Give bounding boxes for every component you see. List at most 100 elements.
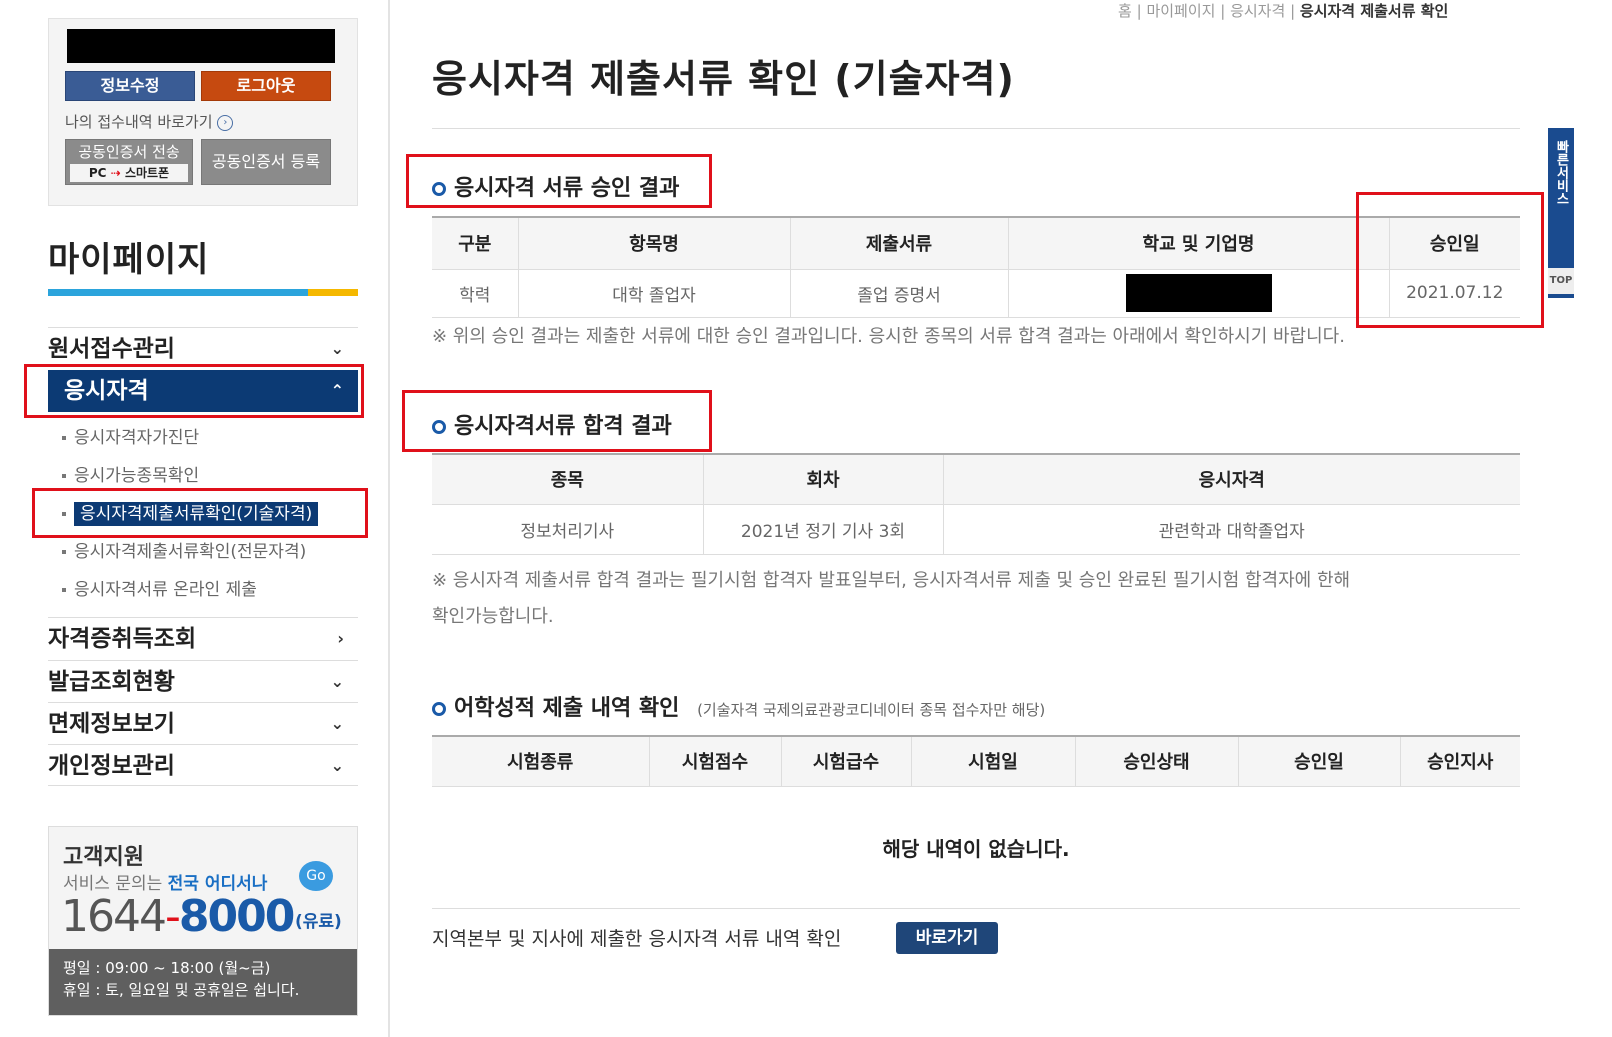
phone-dash: - [164,891,181,942]
logout-button[interactable]: 로그아웃 [201,71,331,101]
bullet-icon [62,474,66,478]
chevron-down-icon: ⌄ [330,714,344,733]
cert-register-button[interactable]: 공동인증서 등록 [201,139,331,185]
col-header: 제출서류 [789,216,1009,270]
hours-weekday: 평일 : 09:00 ~ 18:00 (월~금) [63,959,271,977]
menu-exemption-info[interactable]: 면제정보보기 ⌄ [48,702,358,744]
sidebar: 정보수정 로그아웃 나의 접수내역 바로가기 › 공동인증서 전송 PC ⇢ 스… [0,0,390,1037]
menu-label: 자격증취득조회 [48,626,197,652]
cell-qualification: 관련학과 대학졸업자 [942,503,1520,555]
cert-send-button[interactable]: 공동인증서 전송 PC ⇢ 스마트폰 [65,139,193,185]
go-shortcut-button[interactable]: 바로가기 [896,922,998,954]
cell-round: 2021년 정기 기사 3회 [702,503,944,555]
menu-personal-info[interactable]: 개인정보관리 ⌄ [48,744,358,786]
cert-send-label: 공동인증서 전송 [78,143,180,161]
edit-info-button[interactable]: 정보수정 [65,71,195,101]
title-underline-blue [48,289,308,296]
cell-document: 졸업 증명서 [789,268,1009,318]
sidebar-divider [388,0,390,1037]
quick-service-label: 빠른서비스 [1553,140,1569,205]
title-divider [432,128,1520,129]
col-header: 시험종류 [432,735,650,787]
chevron-down-icon: ⌄ [330,672,344,691]
menu-application-management[interactable]: 원서접수관리 ⌄ [48,327,358,369]
menu-certificate-lookup[interactable]: 자격증취득조회 › [48,617,358,659]
breadcrumb: 홈 | 마이페이지 | 응시자격 | 응시자격 제출서류 확인 [1118,0,1448,21]
redacted-username [67,29,335,63]
col-header: 응시자격 [942,453,1520,505]
sub-item-eligible-check[interactable]: 응시가능종목확인 [62,461,199,486]
crumb-sep: | [1136,2,1142,20]
sub-item-label: 응시자격자가진단 [74,428,200,448]
hours-holiday: 휴일 : 토, 일요일 및 공휴일은 쉽니다. [63,981,300,999]
sub-item-label: 응시자격서류 온라인 제출 [74,580,257,600]
login-box: 정보수정 로그아웃 나의 접수내역 바로가기 › 공동인증서 전송 PC ⇢ 스… [48,18,358,206]
my-application-shortcut[interactable]: 나의 접수내역 바로가기 › [65,111,234,132]
section3-title-text: 어학성적 제출 내역 확인 [454,696,680,721]
menu-label: 개인정보관리 [48,753,175,779]
table-empty-row: 해당 내역이 없습니다. [432,785,1520,909]
customer-support-box: 고객지원 서비스 문의는 전국 어디서나 Go 1644-8000 (유료) 평… [48,826,358,1016]
col-header: 승인상태 [1074,735,1239,787]
empty-message: 해당 내역이 없습니다. [432,785,1520,909]
pass-result-table: 종목 회차 응시자격 정보처리기사 2021년 정기 기사 3회 관련학과 대학… [432,453,1520,555]
sub-item-online-submit[interactable]: 응시자격서류 온라인 제출 [62,575,257,600]
title-underline-yellow [308,289,358,296]
sub-item-docs-professional[interactable]: 응시자격제출서류확인(전문자격) [62,537,306,562]
crumb-sep: | [1220,2,1226,20]
table-row: 정보처리기사 2021년 정기 기사 3회 관련학과 대학졸업자 [432,503,1520,555]
sidebar-title: 마이페이지 [48,240,210,280]
language-score-table: 시험종류 시험점수 시험급수 시험일 승인상태 승인일 승인지사 해당 내역이 … [432,735,1520,909]
col-header: 승인일 [1237,735,1401,787]
section1-title: 응시자격 서류 승인 결과 [432,170,679,202]
paid-label: (유료) [295,912,342,932]
section3-title: 어학성적 제출 내역 확인 (기술자격 국제의료관광코디네이터 종목 접수자만 … [432,690,1045,722]
phone-part-a: 1644 [61,891,167,942]
highlight-box-subitem [32,488,368,538]
highlight-box-approval-date [1356,192,1544,328]
sub-item-self-diagnosis[interactable]: 응시자격자가진단 [62,423,199,448]
sub-item-label: 응시자격제출서류확인(전문자격) [74,542,307,562]
section2-title-text: 응시자격서류 합격 결과 [454,414,672,439]
section2-title: 응시자격서류 합격 결과 [432,408,672,440]
menu-label: 원서접수관리 [48,336,175,362]
pc-label: PC [88,166,107,180]
table-header-row: 시험종류 시험점수 시험급수 시험일 승인상태 승인일 승인지사 [432,735,1520,787]
col-header: 구분 [432,216,519,270]
top-button[interactable]: TOP [1548,268,1574,294]
section1-note: ※ 위의 승인 결과는 제출한 서류에 대한 승인 결과입니다. 응시한 종목의… [432,326,1345,347]
circle-bullet-icon [432,182,446,196]
col-header: 학교 및 기업명 [1007,216,1390,270]
col-header: 항목명 [517,216,791,270]
section2-note-line2: 확인가능합니다. [432,606,554,627]
section2-note-line1: ※ 응시자격 제출서류 합격 결과는 필기시험 합격자 발표일부터, 응시자격서… [432,570,1351,591]
section3-subtitle: (기술자격 국제의료관광코디네이터 종목 접수자만 해당) [697,701,1046,719]
go-bubble-icon[interactable]: Go [299,861,333,891]
menu-issuance-status[interactable]: 발급조회현황 ⌄ [48,660,358,702]
crumb-sep: | [1290,2,1296,20]
support-hours-band: 평일 : 09:00 ~ 18:00 (월~금) 휴일 : 토, 일요일 및 공… [49,949,357,1015]
page-title: 응시자격 제출서류 확인 (기술자격) [432,57,1015,101]
sub-item-label: 응시가능종목확인 [74,466,200,486]
cell-item: 대학 졸업자 [517,268,791,318]
menu-label: 면제정보보기 [48,711,175,737]
support-title: 고객지원 [63,845,144,870]
shortcut-label: 나의 접수내역 바로가기 [65,113,213,131]
section1-title-text: 응시자격 서류 승인 결과 [454,176,680,201]
crumb-mypage[interactable]: 마이페이지 [1146,2,1215,20]
chevron-right-circle-icon: › [217,114,234,131]
col-header: 회차 [702,453,944,505]
table-header-row: 종목 회차 응시자격 [432,453,1520,505]
cell-institution [1007,268,1390,318]
bullet-icon [62,588,66,592]
bullet-icon [62,436,66,440]
redacted-institution [1125,274,1272,312]
cert-send-sub: PC ⇢ 스마트폰 [70,164,188,182]
crumb-home[interactable]: 홈 [1118,2,1132,20]
col-header: 시험급수 [780,735,912,787]
regional-docs-text: 지역본부 및 지사에 제출한 응시자격 서류 내역 확인 [432,928,842,950]
chevron-down-icon: ⌄ [330,756,344,775]
support-phone: 1644-8000 [61,891,295,942]
circle-bullet-icon [432,702,446,716]
crumb-qualification[interactable]: 응시자격 [1230,2,1285,20]
